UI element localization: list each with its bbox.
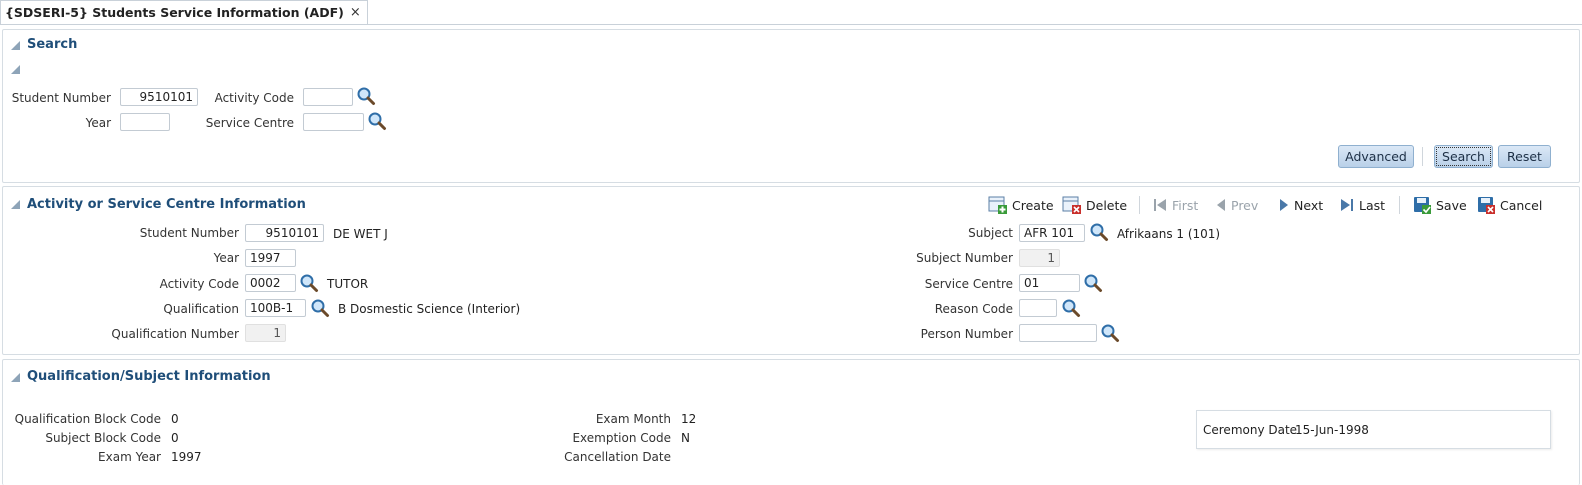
create-button[interactable]: Create	[988, 195, 1054, 215]
exemption-code-label: Exemption Code	[572, 431, 671, 445]
last-label: Last	[1359, 197, 1386, 213]
activity-code-search-icon[interactable]	[299, 273, 319, 293]
cancel-button[interactable]: Cancel	[1476, 195, 1542, 215]
first-label: First	[1172, 197, 1199, 213]
reason-code-input[interactable]	[1019, 299, 1057, 317]
service-centre-search-icon[interactable]	[1083, 273, 1103, 293]
subject-label: Subject	[968, 226, 1013, 240]
year-label: Year	[85, 116, 111, 130]
close-icon[interactable]: ×	[350, 5, 361, 20]
toolbar-separator	[1139, 196, 1140, 214]
activity-code-label: Activity Code	[214, 91, 294, 105]
year-input[interactable]	[245, 249, 296, 267]
qualification-search-icon[interactable]	[310, 298, 330, 318]
activity-code-search-icon[interactable]	[356, 86, 376, 106]
first-button[interactable]: First	[1152, 195, 1198, 215]
qualification-number-input	[245, 324, 286, 342]
year-label: Year	[213, 251, 239, 265]
ceremony-date-box: Ceremony Date 15-Jun-1998	[1196, 410, 1551, 449]
subject-number-input	[1019, 249, 1060, 267]
create-label: Create	[1012, 197, 1054, 213]
next-button[interactable]: Next	[1278, 195, 1323, 215]
student-name: DE WET J	[333, 227, 388, 241]
activity-code-label: Activity Code	[159, 277, 239, 291]
last-button[interactable]: Last	[1339, 195, 1385, 215]
ceremony-date-value: 15-Jun-1998	[1295, 423, 1369, 437]
exam-year-value: 1997	[171, 450, 202, 464]
last-icon	[1341, 199, 1353, 211]
search-button[interactable]: Search	[1434, 145, 1493, 168]
qualification-input[interactable]	[245, 299, 306, 317]
subject-description: Afrikaans 1 (101)	[1117, 227, 1221, 241]
subject-block-code-value: 0	[171, 431, 179, 445]
next-label: Next	[1294, 197, 1324, 213]
prev-button[interactable]: Prev	[1215, 195, 1258, 215]
search-panel: Search Student Number Activity Code Year…	[2, 29, 1580, 183]
student-number-label: Student Number	[139, 226, 239, 240]
prev-label: Prev	[1231, 197, 1259, 213]
service-centre-input[interactable]	[1019, 274, 1080, 292]
tab-title: {SDSERI-5} Students Service Information …	[5, 5, 344, 20]
student-number-label: Student Number	[11, 91, 111, 105]
save-icon	[1414, 197, 1431, 214]
tab-strip: {SDSERI-5} Students Service Information …	[0, 0, 1582, 25]
search-service-centre-input[interactable]	[303, 113, 364, 131]
cancel-label: Cancel	[1500, 197, 1543, 213]
subject-input[interactable]	[1019, 224, 1085, 242]
cancellation-date-label: Cancellation Date	[564, 450, 671, 464]
search-year-input[interactable]	[120, 113, 170, 131]
search-panel-title: Search	[27, 37, 78, 52]
subject-block-code-label: Subject Block Code	[45, 431, 161, 445]
search-activity-code-input[interactable]	[303, 88, 353, 106]
expand-triangle-icon[interactable]	[11, 65, 20, 74]
collapse-triangle-icon[interactable]	[11, 41, 20, 50]
subject-number-label: Subject Number	[916, 251, 1013, 265]
next-icon	[1280, 199, 1288, 211]
first-icon	[1154, 199, 1166, 211]
advanced-button[interactable]: Advanced	[1338, 145, 1414, 168]
exemption-code-value: N	[681, 431, 690, 445]
subject-search-icon[interactable]	[1089, 222, 1109, 242]
qualification-block-code-value: 0	[171, 412, 179, 426]
collapse-triangle-icon[interactable]	[11, 373, 20, 382]
person-number-input[interactable]	[1019, 324, 1097, 342]
reason-code-search-icon[interactable]	[1061, 298, 1081, 318]
reason-code-label: Reason Code	[934, 302, 1013, 316]
qualification-description: B Dosmestic Science (Interior)	[338, 302, 521, 316]
document-tab[interactable]: {SDSERI-5} Students Service Information …	[0, 0, 368, 24]
service-centre-search-icon[interactable]	[367, 111, 387, 131]
exam-month-label: Exam Month	[595, 412, 671, 426]
ceremony-date-label: Ceremony Date	[1203, 423, 1298, 437]
prev-icon	[1217, 199, 1225, 211]
qualification-panel: Qualification/Subject Information Qualif…	[2, 359, 1580, 485]
create-icon	[988, 196, 1007, 214]
delete-icon	[1062, 196, 1081, 214]
person-number-label: Person Number	[920, 327, 1013, 341]
student-number-input[interactable]	[245, 224, 324, 242]
button-separator	[1422, 147, 1423, 166]
service-centre-label: Service Centre	[924, 277, 1013, 291]
person-number-search-icon[interactable]	[1100, 323, 1120, 343]
save-label: Save	[1436, 197, 1467, 213]
toolbar-separator	[1399, 196, 1400, 214]
qualification-number-label: Qualification Number	[111, 327, 239, 341]
search-student-number-input[interactable]	[120, 88, 198, 106]
cancel-icon	[1478, 197, 1495, 214]
activity-code-input[interactable]	[245, 274, 296, 292]
reset-button[interactable]: Reset	[1498, 145, 1551, 168]
exam-month-value: 12	[681, 412, 697, 426]
save-button[interactable]: Save	[1412, 195, 1467, 215]
exam-year-label: Exam Year	[98, 450, 161, 464]
delete-button[interactable]: Delete	[1062, 195, 1127, 215]
collapse-triangle-icon[interactable]	[11, 200, 20, 209]
qualification-label: Qualification	[163, 302, 239, 316]
activity-panel-title: Activity or Service Centre Information	[27, 197, 306, 212]
activity-panel: Activity or Service Centre Information C…	[2, 186, 1580, 355]
service-centre-label: Service Centre	[205, 116, 294, 130]
qualification-block-code-label: Qualification Block Code	[14, 412, 161, 426]
activity-description: TUTOR	[327, 277, 369, 291]
qualification-panel-title: Qualification/Subject Information	[27, 369, 271, 384]
delete-label: Delete	[1086, 197, 1128, 213]
